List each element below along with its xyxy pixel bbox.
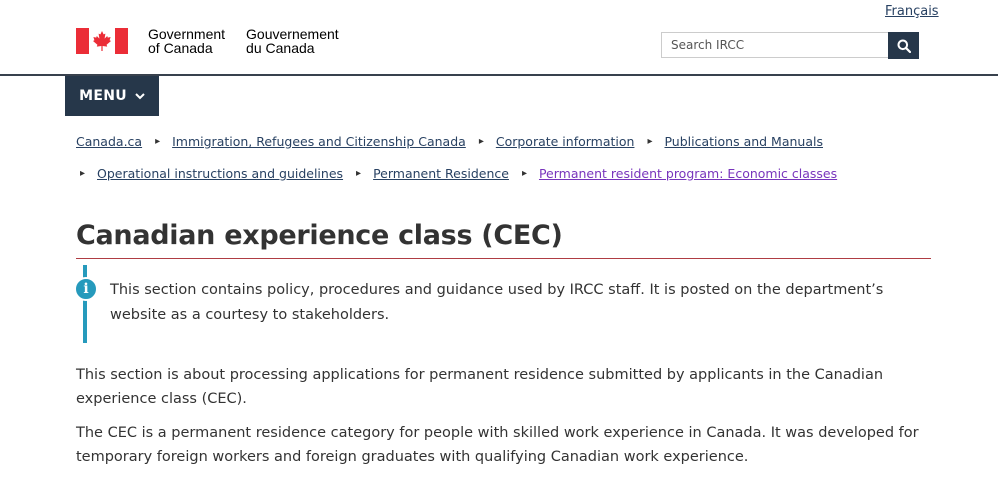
- breadcrumb-separator-icon: ▸: [521, 168, 527, 179]
- description-paragraph: The CEC is a permanent residence categor…: [76, 425, 919, 465]
- search-icon: [897, 39, 911, 53]
- menu-label: MENU: [79, 88, 127, 104]
- title-underline: [76, 258, 931, 259]
- breadcrumb: Canada.ca ▸ Immigration, Refugees and Ci…: [76, 133, 936, 197]
- search-button[interactable]: [888, 32, 919, 59]
- breadcrumb-separator-icon: ▸: [80, 168, 86, 179]
- page-title: Canadian experience class (CEC): [76, 220, 563, 251]
- wordmark-en-line1: Government: [148, 26, 226, 42]
- breadcrumb-link-permanent-residence[interactable]: Permanent Residence: [373, 166, 509, 181]
- breadcrumb-link-ircc[interactable]: Immigration, Refugees and Citizenship Ca…: [172, 134, 466, 149]
- wordmark-fr-line1: Gouvernement: [246, 26, 339, 42]
- language-toggle-link[interactable]: Français: [885, 4, 939, 19]
- breadcrumb-link-canada[interactable]: Canada.ca: [76, 134, 142, 149]
- site-search: [661, 32, 919, 59]
- breadcrumb-link-operational-instructions[interactable]: Operational instructions and guidelines: [97, 166, 343, 181]
- breadcrumb-link-corporate-information[interactable]: Corporate information: [496, 134, 635, 149]
- breadcrumb-row-1: Canada.ca ▸ Immigration, Refugees and Ci…: [76, 133, 936, 150]
- breadcrumb-separator-icon: ▸: [356, 168, 362, 179]
- wordmark-en-line2: of Canada: [148, 40, 213, 56]
- breadcrumb-link-economic-classes[interactable]: Permanent resident program: Economic cla…: [539, 166, 837, 181]
- wordmark-fr-line2: du Canada: [246, 40, 315, 56]
- menu-button[interactable]: MENU: [65, 76, 159, 116]
- breadcrumb-separator-icon: ▸: [155, 136, 161, 147]
- alert-text: This section contains policy, procedures…: [110, 282, 884, 323]
- info-icon: i: [74, 277, 98, 301]
- breadcrumb-row-2: ▸ Operational instructions and guideline…: [76, 165, 936, 182]
- intro-paragraph: This section is about processing applica…: [76, 367, 884, 407]
- search-input[interactable]: [661, 32, 888, 58]
- chevron-down-icon: [135, 92, 145, 99]
- wordmark-english: Government of Canada: [148, 27, 225, 55]
- info-alert: i This section contains policy, procedur…: [74, 265, 936, 343]
- canada-flag-icon: [76, 28, 128, 54]
- breadcrumb-separator-icon: ▸: [478, 136, 484, 147]
- wordmark-french: Gouvernement du Canada: [246, 27, 339, 55]
- goc-signature[interactable]: Government of Canada Gouvernement du Can…: [76, 27, 339, 55]
- breadcrumb-link-publications-manuals[interactable]: Publications and Manuals: [664, 134, 823, 149]
- government-wordmark: Government of Canada Gouvernement du Can…: [148, 27, 339, 55]
- breadcrumb-separator-icon: ▸: [647, 136, 653, 147]
